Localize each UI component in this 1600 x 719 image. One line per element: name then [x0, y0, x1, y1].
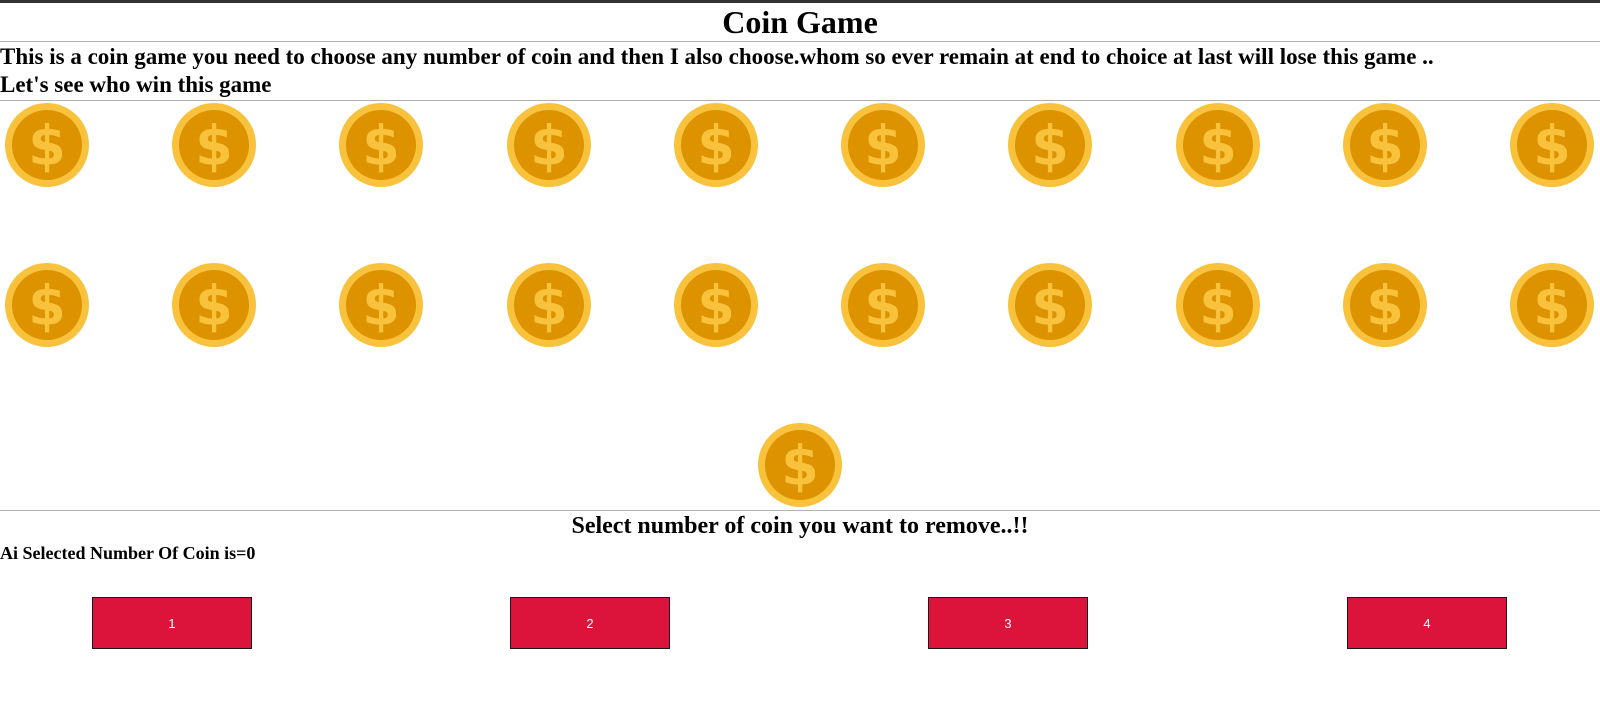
dollar-coin-icon: $ [172, 103, 257, 187]
remove-2-button[interactable]: 2 [510, 597, 670, 649]
coin-row-1: $ $ $ $ $ $ $ $ $ $ [5, 103, 1594, 187]
dollar-coin-icon: $ [506, 103, 591, 187]
remove-3-button[interactable]: 3 [928, 597, 1088, 649]
remove-1-button[interactable]: 1 [92, 597, 252, 649]
svg-text:$: $ [864, 115, 902, 178]
dollar-coin-icon: $ [841, 263, 926, 347]
dollar-coin-icon: $ [172, 263, 257, 347]
svg-text:$: $ [363, 115, 401, 178]
dollar-coin-icon: $ [1175, 103, 1260, 187]
svg-text:$: $ [363, 275, 401, 338]
dollar-coin-icon: $ [339, 103, 424, 187]
dollar-coin-icon: $ [673, 263, 758, 347]
svg-text:$: $ [697, 275, 735, 338]
ai-selection-status: Ai Selected Number Of Coin is=0 [0, 543, 256, 563]
dollar-coin-icon: $ [339, 263, 424, 347]
svg-text:$: $ [195, 275, 233, 338]
svg-text:$: $ [781, 435, 819, 498]
dollar-coin-icon: $ [1008, 263, 1093, 347]
svg-text:$: $ [1032, 115, 1070, 178]
svg-text:$: $ [1366, 115, 1404, 178]
dollar-coin-icon: $ [1008, 103, 1093, 187]
coin-pile: $ $ $ $ $ $ $ $ $ $ $ $ $ $ $ $ $ $ $ $ $ [0, 101, 1600, 510]
game-instructions: This is a coin game you need to choose a… [0, 42, 1600, 100]
dollar-coin-icon: $ [758, 423, 842, 507]
dollar-coin-icon: $ [1175, 263, 1260, 347]
choice-buttons: 1 2 3 4 [0, 564, 1600, 684]
dollar-coin-icon: $ [5, 103, 89, 187]
svg-text:$: $ [1199, 115, 1237, 178]
svg-text:$: $ [28, 115, 66, 178]
dollar-coin-icon: $ [506, 263, 591, 347]
svg-text:$: $ [1533, 275, 1571, 338]
instructions-line-1: This is a coin game you need to choose a… [0, 44, 1434, 69]
svg-text:$: $ [28, 275, 66, 338]
svg-text:$: $ [1366, 275, 1404, 338]
svg-text:$: $ [864, 275, 902, 338]
dollar-coin-icon: $ [5, 263, 89, 347]
instructions-line-2: Let's see who win this game [0, 72, 272, 97]
remove-prompt: Select number of coin you want to remove… [571, 513, 1029, 539]
coin-row-3: $ [0, 423, 1600, 507]
svg-text:$: $ [195, 115, 233, 178]
dollar-coin-icon: $ [1342, 263, 1427, 347]
coin-row-2: $ $ $ $ $ $ $ $ $ $ [5, 263, 1594, 347]
dollar-coin-icon: $ [1509, 103, 1594, 187]
page-title: Coin Game [722, 4, 878, 40]
dollar-coin-icon: $ [841, 103, 926, 187]
remove-4-button[interactable]: 4 [1347, 597, 1507, 649]
dollar-coin-icon: $ [1342, 103, 1427, 187]
svg-text:$: $ [530, 115, 568, 178]
svg-text:$: $ [530, 275, 568, 338]
svg-text:$: $ [1533, 115, 1571, 178]
dollar-coin-icon: $ [673, 103, 758, 187]
dollar-coin-icon: $ [1509, 263, 1594, 347]
svg-text:$: $ [1199, 275, 1237, 338]
svg-text:$: $ [1032, 275, 1070, 338]
svg-text:$: $ [697, 115, 735, 178]
